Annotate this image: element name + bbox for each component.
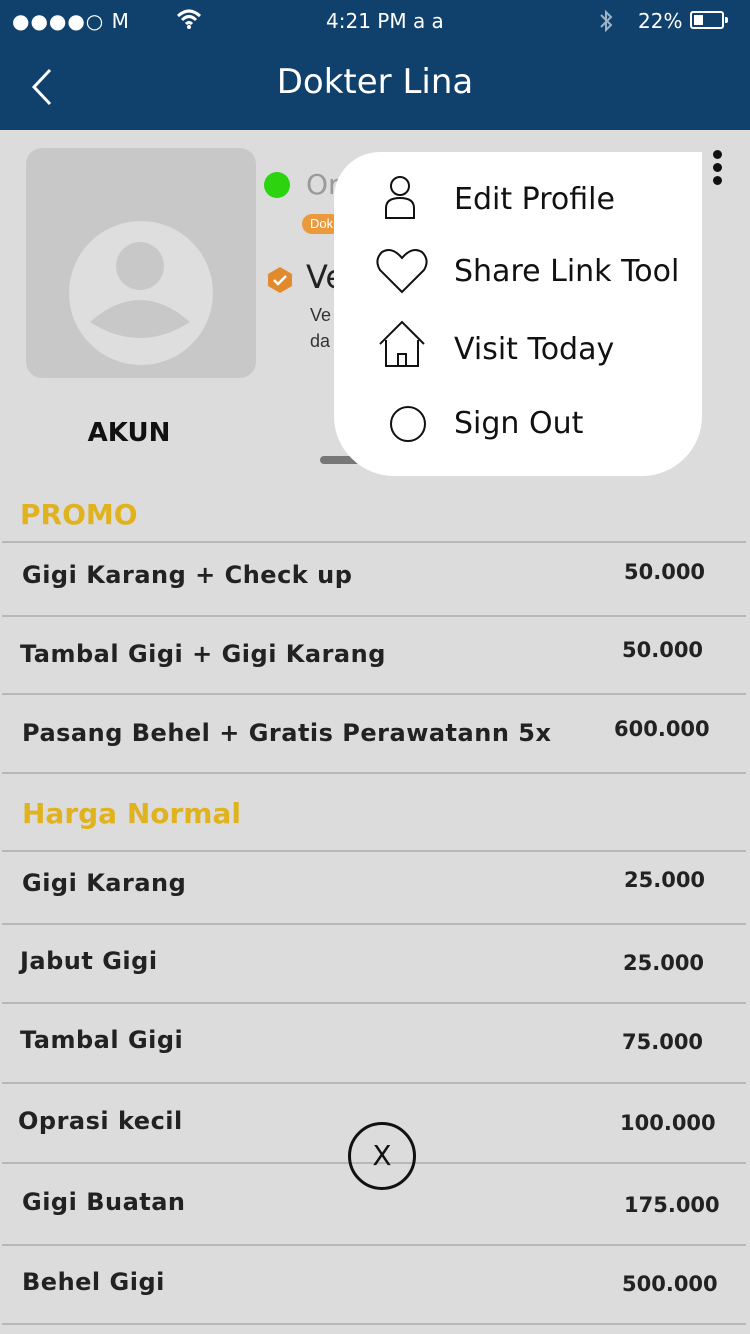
menu-item-label: Visit Today <box>454 332 615 367</box>
normal-item-name: Behel Gigi <box>22 1268 165 1296</box>
divider <box>2 772 746 774</box>
wifi-icon <box>176 8 202 35</box>
normal-item-name: Gigi Karang <box>22 869 187 897</box>
user-placeholder-icon <box>69 221 213 365</box>
divider <box>2 850 746 852</box>
promo-item-price: 50.000 <box>624 560 706 584</box>
bluetooth-icon <box>598 8 614 39</box>
divider <box>2 1002 746 1004</box>
divider <box>2 693 746 695</box>
overflow-menu: Edit Profile Share Link Tool Visit Today… <box>334 152 702 476</box>
home-icon <box>374 320 434 380</box>
promo-item-name: Tambal Gigi + Gigi Karang <box>20 640 386 668</box>
promo-item-price: 50.000 <box>622 638 704 662</box>
verified-badge-icon <box>266 266 294 299</box>
normal-item-price: 25.000 <box>624 868 706 892</box>
page-title: Dokter Lina <box>276 62 474 102</box>
nav-bar: Dokter Lina <box>0 44 750 130</box>
section-title-promo: PROMO <box>20 498 138 531</box>
menu-item-edit-profile[interactable]: Edit Profile <box>334 170 702 230</box>
normal-item-name: Gigi Buatan <box>22 1188 186 1216</box>
menu-item-share-link-tool[interactable]: Share Link Tool <box>334 242 702 302</box>
section-title-harga-normal: Harga Normal <box>22 797 241 830</box>
divider <box>2 1244 746 1246</box>
status-bar: ●●●●○ M 4:21 PM a a 22% <box>0 0 750 44</box>
online-status-dot <box>264 172 290 198</box>
normal-item-price: 75.000 <box>622 1030 704 1054</box>
normal-item-price: 25.000 <box>623 951 705 975</box>
menu-item-visit-today[interactable]: Visit Today <box>334 320 702 380</box>
menu-item-label: Share Link Tool <box>454 254 680 289</box>
normal-item-price: 100.000 <box>620 1111 716 1135</box>
divider <box>2 541 746 543</box>
battery-icon <box>690 11 728 29</box>
menu-item-sign-out[interactable]: Sign Out <box>334 394 702 454</box>
normal-item-price: 500.000 <box>622 1272 718 1296</box>
divider <box>2 615 746 617</box>
normal-item-name: Jabut Gigi <box>20 947 158 975</box>
close-button[interactable]: X <box>348 1122 416 1190</box>
divider <box>2 1082 746 1084</box>
normal-item-price: 175.000 <box>624 1193 720 1217</box>
signal-carrier: ●●●●○ M <box>12 9 130 33</box>
promo-item-name: Pasang Behel + Gratis Perawatann 5x <box>22 719 552 747</box>
circle-icon <box>374 394 434 454</box>
normal-item-name: Tambal Gigi <box>20 1026 184 1054</box>
tab-akun[interactable]: AKUN <box>26 418 232 448</box>
divider <box>2 923 746 925</box>
battery-percent: 22% <box>638 9 683 33</box>
menu-item-label: Sign Out <box>454 406 584 441</box>
divider <box>2 1323 746 1325</box>
normal-item-name: Oprasi kecil <box>18 1107 183 1135</box>
heart-icon <box>374 242 434 302</box>
promo-item-price: 600.000 <box>614 717 710 741</box>
person-icon <box>374 170 434 230</box>
avatar[interactable] <box>26 148 256 378</box>
promo-item-name: Gigi Karang + Check up <box>22 561 353 589</box>
status-time: 4:21 PM a a <box>326 9 444 33</box>
menu-item-label: Edit Profile <box>454 182 615 217</box>
more-vertical-icon[interactable] <box>708 150 726 190</box>
